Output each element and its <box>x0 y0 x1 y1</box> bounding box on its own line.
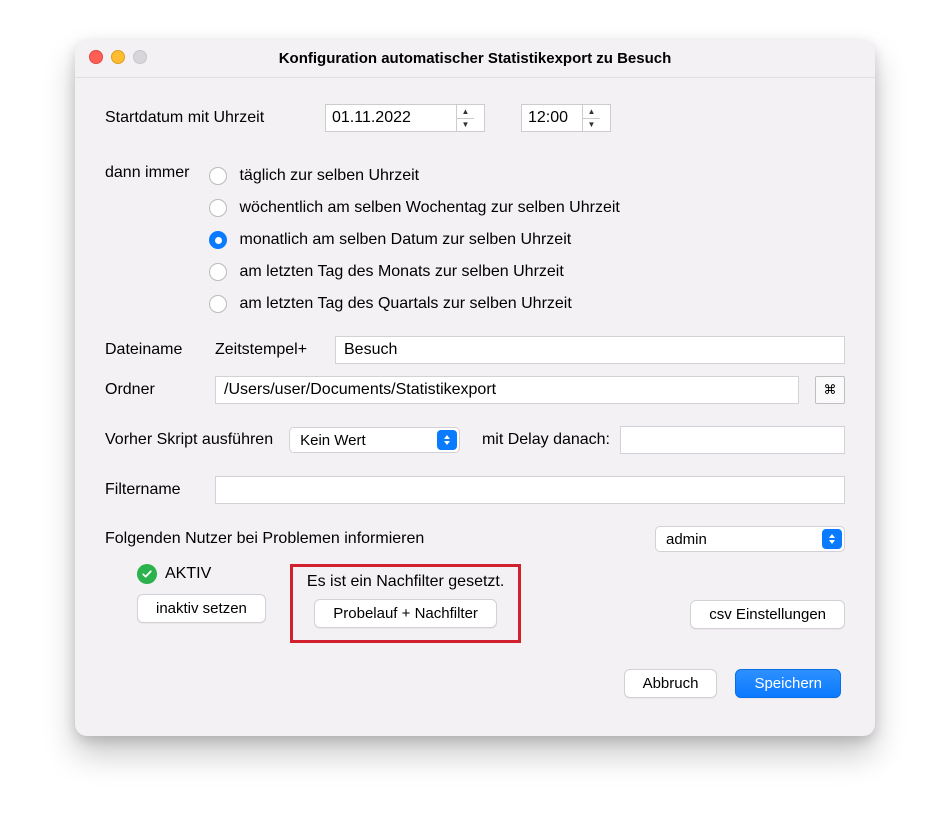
chevron-up-icon[interactable]: ▲ <box>583 105 600 119</box>
radio-option-4[interactable]: am letzten Tag des Quartals zur selben U… <box>209 288 619 320</box>
close-icon[interactable] <box>89 50 103 64</box>
date-stepper[interactable]: ▲ ▼ <box>325 104 485 132</box>
window-controls <box>89 50 147 64</box>
footer-buttons: Abbruch Speichern <box>105 669 845 698</box>
browse-folder-button[interactable]: ⌘ <box>815 376 845 404</box>
radio-label: monatlich am selben Datum zur selben Uhr… <box>239 231 571 249</box>
radio-icon[interactable] <box>209 231 227 249</box>
radio-option-1[interactable]: wöchentlich am selben Wochentag zur selb… <box>209 192 619 224</box>
date-input[interactable] <box>326 105 456 131</box>
radio-label: am letzten Tag des Monats zur selben Uhr… <box>239 263 563 281</box>
titlebar: Konfiguration automatischer Statistikexp… <box>75 40 875 78</box>
label-notify: Folgenden Nutzer bei Problemen informier… <box>105 530 424 548</box>
row-recurrence: dann immer täglich zur selben Uhrzeit wö… <box>105 160 845 320</box>
label-filtername: Filtername <box>105 481 205 499</box>
check-icon <box>137 564 157 584</box>
label-start: Startdatum mit Uhrzeit <box>105 109 315 127</box>
radio-option-0[interactable]: täglich zur selben Uhrzeit <box>209 160 619 192</box>
radio-icon[interactable] <box>209 167 227 185</box>
label-timestamp-prefix: Zeitstempel+ <box>215 341 325 359</box>
csv-column: csv Einstellungen <box>690 564 845 629</box>
save-button[interactable]: Speichern <box>735 669 841 698</box>
row-start: Startdatum mit Uhrzeit ▲ ▼ ▲ ▼ <box>105 104 845 132</box>
script-select-value: Kein Wert <box>300 432 429 449</box>
folder-input[interactable] <box>215 376 799 404</box>
radio-option-3[interactable]: am letzten Tag des Monats zur selben Uhr… <box>209 256 619 288</box>
label-folder: Ordner <box>105 381 205 399</box>
label-filename: Dateiname <box>105 341 205 359</box>
status-active: AKTIV <box>137 564 266 584</box>
row-folder: Ordner ⌘ <box>105 376 845 404</box>
delay-input[interactable] <box>620 426 845 454</box>
notify-user-value: admin <box>666 531 814 548</box>
chevron-down-icon[interactable]: ▼ <box>583 119 600 132</box>
radio-label: täglich zur selben Uhrzeit <box>239 167 419 185</box>
row-filtername: Filtername <box>105 476 845 504</box>
chevron-down-icon[interactable]: ▼ <box>457 119 474 132</box>
radio-icon[interactable] <box>209 295 227 313</box>
label-recurrence: dann immer <box>105 160 189 320</box>
label-active: AKTIV <box>165 565 211 583</box>
cancel-button[interactable]: Abbruch <box>624 669 718 698</box>
script-select[interactable]: Kein Wert <box>289 427 460 453</box>
time-stepper-buttons[interactable]: ▲ ▼ <box>582 105 600 131</box>
chevron-up-icon[interactable]: ▲ <box>457 105 474 119</box>
postfilter-highlight: Es ist ein Nachfilter gesetzt. Probelauf… <box>290 564 521 643</box>
zoom-icon <box>133 50 147 64</box>
finder-icon: ⌘ <box>824 382 837 398</box>
csv-settings-button[interactable]: csv Einstellungen <box>690 600 845 629</box>
label-script: Vorher Skript ausführen <box>105 431 273 449</box>
filtername-input[interactable] <box>215 476 845 504</box>
row-status: AKTIV inaktiv setzen Es ist ein Nachfilt… <box>105 564 845 643</box>
radio-label: wöchentlich am selben Wochentag zur selb… <box>239 199 619 217</box>
radio-option-2[interactable]: monatlich am selben Datum zur selben Uhr… <box>209 224 619 256</box>
test-run-button[interactable]: Probelauf + Nachfilter <box>314 599 497 628</box>
window-title: Konfiguration automatischer Statistikexp… <box>279 50 672 67</box>
radio-label: am letzten Tag des Quartals zur selben U… <box>239 295 571 313</box>
row-script: Vorher Skript ausführen Kein Wert mit De… <box>105 426 845 454</box>
date-stepper-buttons[interactable]: ▲ ▼ <box>456 105 474 131</box>
label-delay: mit Delay danach: <box>482 431 610 449</box>
recurrence-group: täglich zur selben Uhrzeit wöchentlich a… <box>209 160 619 320</box>
radio-icon[interactable] <box>209 263 227 281</box>
time-stepper[interactable]: ▲ ▼ <box>521 104 611 132</box>
time-input[interactable] <box>522 105 582 131</box>
config-window: Konfiguration automatischer Statistikexp… <box>75 40 875 736</box>
notify-user-select[interactable]: admin <box>655 526 845 552</box>
postfilter-message: Es ist ein Nachfilter gesetzt. <box>307 573 504 591</box>
radio-icon[interactable] <box>209 199 227 217</box>
select-arrows-icon <box>822 529 842 549</box>
row-notify: Folgenden Nutzer bei Problemen informier… <box>105 526 845 552</box>
select-arrows-icon <box>437 430 457 450</box>
status-column: AKTIV inaktiv setzen <box>105 564 266 623</box>
minimize-icon[interactable] <box>111 50 125 64</box>
content-area: Startdatum mit Uhrzeit ▲ ▼ ▲ ▼ dann imme… <box>75 78 875 708</box>
row-filename: Dateiname Zeitstempel+ <box>105 336 845 364</box>
set-inactive-button[interactable]: inaktiv setzen <box>137 594 266 623</box>
filename-input[interactable] <box>335 336 845 364</box>
